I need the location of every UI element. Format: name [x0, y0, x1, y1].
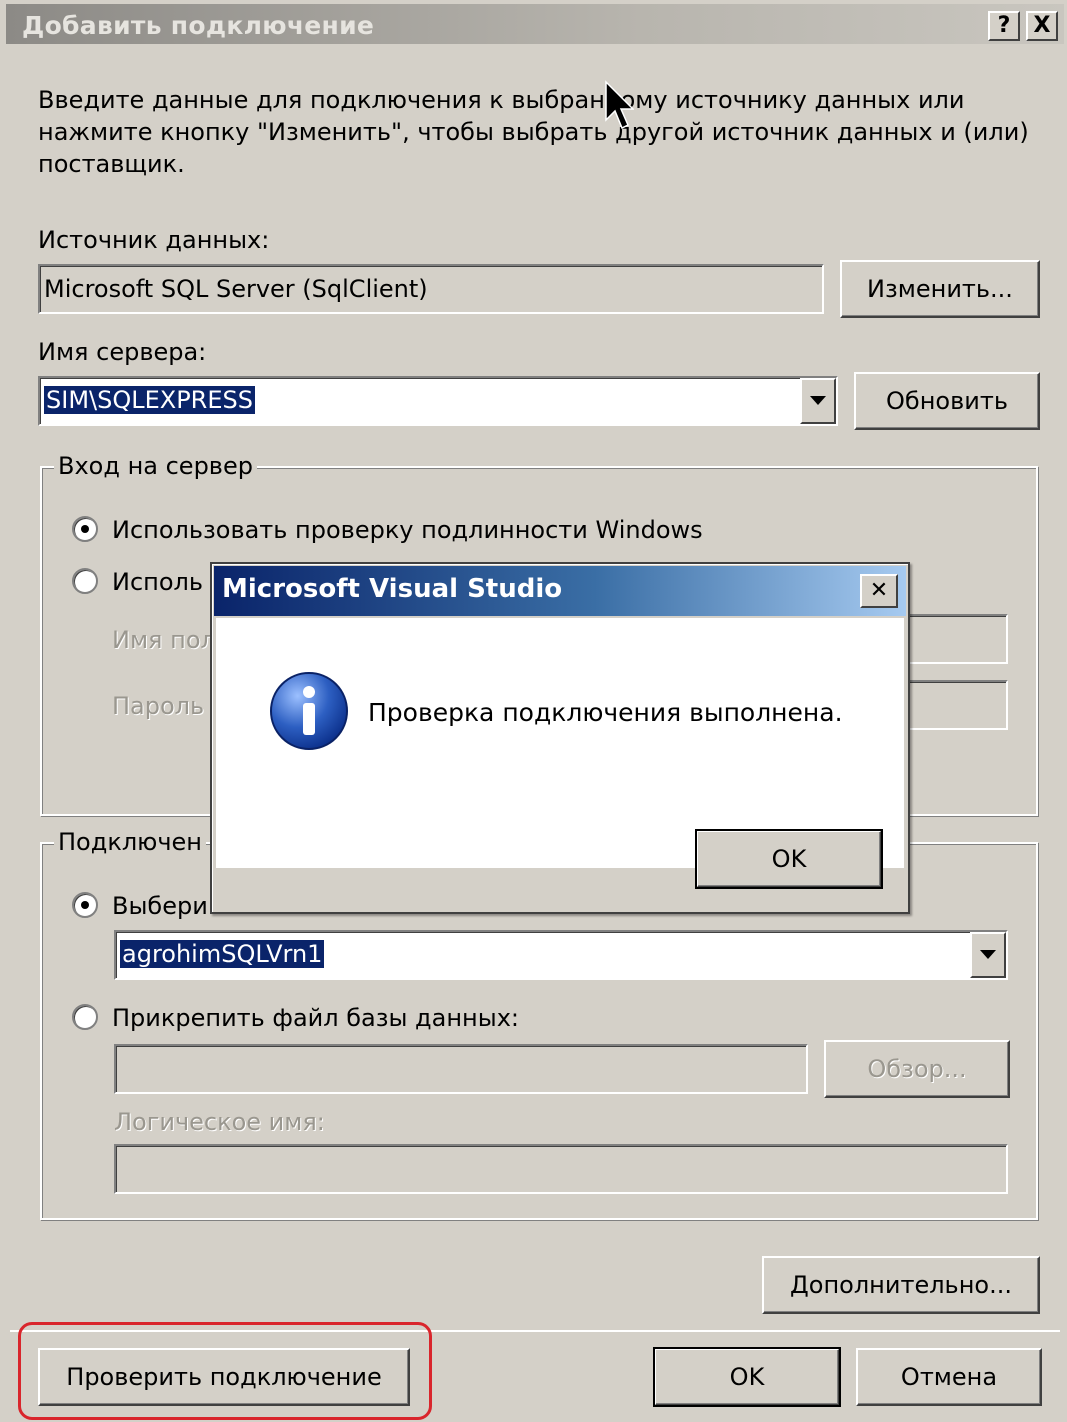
intro-line: нажмите кнопку "Изменить", чтобы выбрать…	[38, 118, 1029, 146]
dialog-title: Добавить подключение	[22, 11, 375, 40]
message-box: Microsoft Visual Studio ✕ Проверка подкл…	[210, 562, 910, 914]
server-label: Имя сервера:	[38, 338, 207, 366]
message-box-close-button[interactable]: ✕	[860, 574, 898, 608]
server-combobox[interactable]: SIM\SQLEXPRESS	[38, 376, 838, 426]
browse-button[interactable]: Обзор...	[824, 1040, 1010, 1098]
message-box-title: Microsoft Visual Studio	[222, 574, 563, 604]
database-group-label: Подключен	[54, 828, 206, 856]
logical-name-label: Логическое имя:	[114, 1108, 325, 1136]
sql-auth-radio[interactable]	[72, 568, 98, 594]
attach-file-path-field	[114, 1044, 808, 1094]
intro-line: Введите данные для подключения к выбранн…	[38, 86, 965, 114]
cancel-button[interactable]: Отмена	[856, 1348, 1042, 1406]
database-combobox[interactable]: agrohimSQLVrn1	[114, 930, 1008, 980]
database-value[interactable]: agrohimSQLVrn1	[120, 940, 325, 968]
server-dropdown-button[interactable]	[800, 378, 836, 424]
attach-file-label[interactable]: Прикрепить файл базы данных:	[112, 1004, 519, 1032]
test-connection-highlight	[18, 1322, 432, 1420]
message-box-titlebar: Microsoft Visual Studio ✕	[214, 566, 906, 616]
change-button[interactable]: Изменить...	[840, 260, 1040, 318]
datasource-label: Источник данных:	[38, 226, 270, 254]
intro-text: Введите данные для подключения к выбранн…	[38, 84, 1029, 180]
attach-file-radio[interactable]	[72, 1004, 98, 1030]
close-button[interactable]: X	[1026, 11, 1058, 41]
advanced-button[interactable]: Дополнительно...	[762, 1256, 1040, 1314]
windows-auth-label[interactable]: Использовать проверку подлинности Window…	[112, 516, 703, 544]
login-group-label: Вход на сервер	[54, 452, 257, 480]
message-text: Проверка подключения выполнена.	[368, 698, 843, 727]
message-box-ok-button[interactable]: OK	[695, 829, 883, 889]
ok-button[interactable]: OK	[653, 1347, 841, 1407]
datasource-value: Microsoft SQL Server (SqlClient)	[44, 275, 428, 303]
mouse-cursor-icon	[605, 80, 634, 130]
chevron-down-icon	[810, 396, 826, 405]
username-label: Имя пол	[112, 626, 216, 654]
chevron-down-icon	[980, 950, 996, 959]
select-db-label[interactable]: Выбери	[112, 892, 208, 920]
info-icon	[270, 672, 348, 750]
windows-auth-radio[interactable]	[72, 516, 98, 542]
server-value[interactable]: SIM\SQLEXPRESS	[44, 386, 255, 414]
password-label: Пароль	[112, 692, 205, 720]
select-db-radio[interactable]	[72, 892, 98, 918]
intro-line: поставщик.	[38, 150, 185, 178]
dialog-titlebar: Добавить подключение ? X	[6, 4, 1064, 44]
logical-name-field	[114, 1144, 1008, 1194]
refresh-button[interactable]: Обновить	[854, 372, 1040, 430]
help-button[interactable]: ?	[988, 11, 1020, 41]
database-dropdown-button[interactable]	[970, 932, 1006, 978]
sql-auth-label[interactable]: Исполь	[112, 568, 203, 596]
datasource-field: Microsoft SQL Server (SqlClient)	[38, 264, 824, 314]
